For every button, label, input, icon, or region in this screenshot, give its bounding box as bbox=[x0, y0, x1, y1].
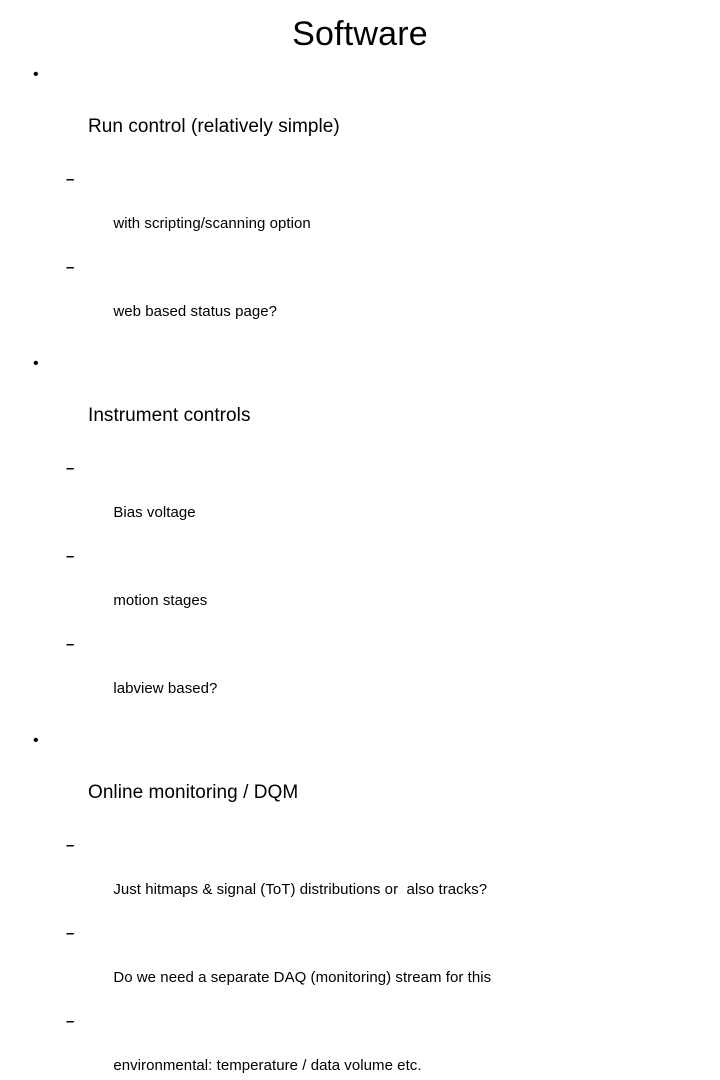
page-title: Software bbox=[292, 15, 428, 53]
dash-icon: – bbox=[66, 925, 75, 942]
bullet-label: Online monitoring / DQM bbox=[87, 782, 299, 803]
dash-icon: – bbox=[66, 259, 75, 276]
bullet-item-online-monitoring: • Online monitoring / DQM bbox=[0, 728, 720, 832]
bullet-dot-icon: • bbox=[33, 732, 39, 749]
sub-bullet-item-motion-stages: – motion stages bbox=[0, 546, 720, 634]
dash-icon: – bbox=[66, 460, 75, 477]
sub-bullet-item-bias-voltage: – Bias voltage bbox=[0, 458, 720, 546]
slide-body-outline: • Run control (relatively simple) – with… bbox=[0, 62, 720, 1080]
sub-bullet-label: motion stages bbox=[113, 592, 208, 609]
sub-bullet-label: web based status page? bbox=[113, 303, 278, 320]
bullet-label: Run control (relatively simple) bbox=[87, 116, 340, 137]
bullet-dot-icon: • bbox=[33, 355, 39, 372]
bullet-dot-icon: • bbox=[33, 66, 39, 83]
sub-bullet-label: Just hitmaps & signal (ToT) distribution… bbox=[113, 881, 488, 898]
dash-icon: – bbox=[66, 548, 75, 565]
dash-icon: – bbox=[66, 837, 75, 854]
sub-bullet-item-scripting: – with scripting/scanning option bbox=[0, 169, 720, 257]
sub-bullet-label: environmental: temperature / data volume… bbox=[113, 1057, 422, 1074]
bullet-item-instrument-controls: • Instrument controls bbox=[0, 351, 720, 455]
sub-bullet-item-labview: – labview based? bbox=[0, 634, 720, 722]
bullet-label: Instrument controls bbox=[87, 405, 251, 426]
sub-bullet-label: labview based? bbox=[113, 680, 218, 697]
dash-icon: – bbox=[66, 636, 75, 653]
sub-bullet-item-web-status: – web based status page? bbox=[0, 257, 720, 345]
sub-bullet-label: with scripting/scanning option bbox=[113, 215, 311, 232]
dash-icon: – bbox=[66, 171, 75, 188]
sub-bullet-label: Do we need a separate DAQ (monitoring) s… bbox=[113, 969, 492, 986]
sub-bullet-item-environmental: – environmental: temperature / data volu… bbox=[0, 1011, 720, 1080]
sub-bullet-item-separate-daq: – Do we need a separate DAQ (monitoring)… bbox=[0, 923, 720, 1011]
slide-canvas: Software • Run control (relatively simpl… bbox=[0, 0, 720, 1074]
dash-icon: – bbox=[66, 1013, 75, 1030]
sub-bullet-item-hitmaps: – Just hitmaps & signal (ToT) distributi… bbox=[0, 835, 720, 923]
bullet-item-run-control: • Run control (relatively simple) bbox=[0, 62, 720, 166]
sub-bullet-label: Bias voltage bbox=[113, 504, 196, 521]
